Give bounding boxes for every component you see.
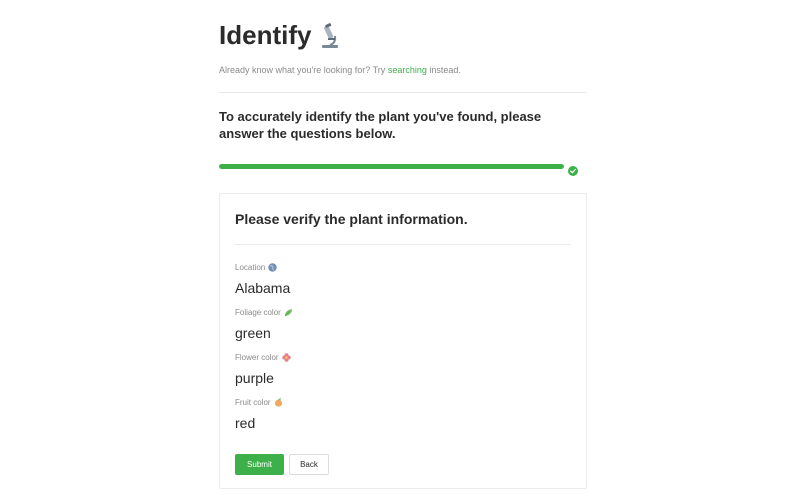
verify-card: Please verify the plant information. Loc… xyxy=(219,193,587,489)
subtitle: Already know what you're looking for? Tr… xyxy=(219,65,461,75)
subtitle-prefix: Already know what you're looking for? Tr… xyxy=(219,65,388,75)
fruit-color-value: red xyxy=(235,415,256,431)
header-divider xyxy=(219,92,587,93)
foliage-color-label-text: Foliage color xyxy=(235,308,281,317)
fruit-icon xyxy=(274,398,283,407)
flower-color-value: purple xyxy=(235,370,274,386)
fruit-color-label: Fruit color xyxy=(235,398,283,407)
page-title: Identify xyxy=(219,20,341,51)
instructions-text: To accurately identify the plant you've … xyxy=(219,109,542,141)
subtitle-suffix: instead. xyxy=(426,65,461,75)
fruit-color-label-text: Fruit color xyxy=(235,398,271,407)
back-button[interactable]: Back xyxy=(289,454,329,475)
location-label-text: Location xyxy=(235,263,266,272)
foliage-color-value: green xyxy=(235,325,271,341)
check-circle-icon xyxy=(568,163,578,176)
submit-button[interactable]: Submit xyxy=(235,454,284,475)
globe-icon xyxy=(268,263,277,272)
progress-bar xyxy=(219,164,564,169)
microscope-icon xyxy=(319,22,341,49)
searching-link[interactable]: searching xyxy=(388,65,427,75)
flower-color-label-text: Flower color xyxy=(235,353,279,362)
card-divider xyxy=(235,244,571,245)
location-value: Alabama xyxy=(235,280,291,296)
foliage-color-label: Foliage color xyxy=(235,308,293,317)
page-title-text: Identify xyxy=(219,20,312,50)
card-title: Please verify the plant information. xyxy=(235,211,468,227)
flower-icon xyxy=(281,353,291,362)
flower-color-label: Flower color xyxy=(235,353,291,362)
progress-bar-fill xyxy=(219,164,564,169)
location-label: Location xyxy=(235,263,277,272)
leaf-icon xyxy=(284,308,293,317)
